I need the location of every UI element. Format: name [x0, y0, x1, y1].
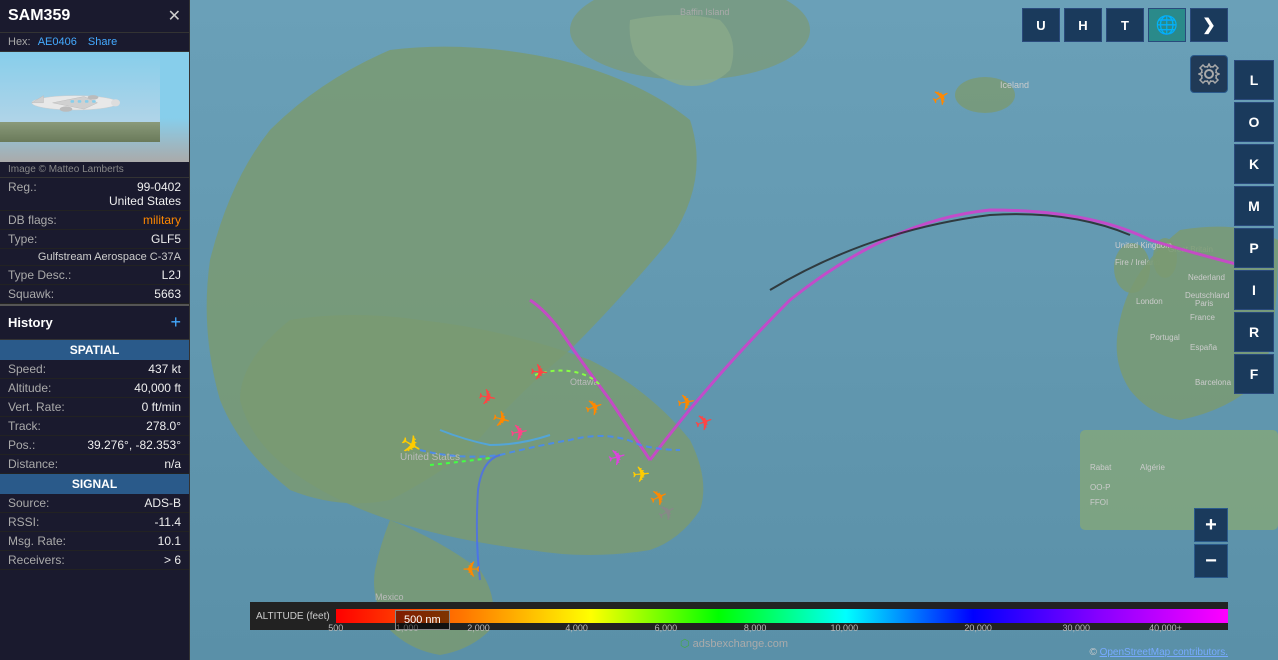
svg-text:Portugal: Portugal	[1150, 333, 1180, 342]
type-value: GLF5	[151, 232, 181, 246]
scale-bar: 500 nm	[395, 610, 450, 630]
map-container[interactable]: Baffin Island Iceland Fire / Ireland Gre…	[190, 0, 1278, 660]
sidebar-title: SAM359	[8, 7, 70, 25]
distance-row: Distance: n/a	[0, 455, 189, 474]
aircraft-icon-5[interactable]: ✈	[529, 359, 550, 387]
gear-icon	[1198, 63, 1220, 85]
aircraft-svg	[0, 52, 160, 142]
nav-h-button[interactable]: H	[1064, 8, 1102, 42]
right-btn-m[interactable]: M	[1234, 186, 1274, 226]
svg-text:Nederland: Nederland	[1188, 273, 1225, 282]
settings-button[interactable]	[1190, 55, 1228, 93]
altitude-gradient: 500 1,000 2,000 4,000 6,000 8,000 10,000…	[336, 609, 1228, 623]
type-row: Type: GLF5	[0, 230, 189, 249]
nav-u-button[interactable]: U	[1022, 8, 1060, 42]
hex-row: Hex: AE0406 Share	[0, 33, 189, 52]
zoom-controls: + −	[1194, 508, 1228, 580]
type-full-row: Gulfstream Aerospace C-37A	[0, 249, 189, 266]
right-btn-i[interactable]: I	[1234, 270, 1274, 310]
vertrate-row: Vert. Rate: 0 ft/min	[0, 398, 189, 417]
image-credit: Image © Matteo Lamberts	[0, 162, 189, 178]
squawk-row: Squawk: 5663	[0, 285, 189, 304]
right-btn-o[interactable]: O	[1234, 102, 1274, 142]
reg-value: 99-0402United States	[109, 180, 181, 208]
track-row: Track: 278.0°	[0, 417, 189, 436]
aircraft-icon-south[interactable]: ✈	[462, 555, 480, 581]
aircraft-icon-8[interactable]: ✈	[631, 461, 652, 489]
svg-text:Mexico: Mexico	[375, 592, 404, 602]
svg-text:Iceland: Iceland	[1000, 80, 1029, 90]
svg-text:France: France	[1190, 313, 1215, 322]
adsbexchange-credit: ⬡ adsbexchange.com	[680, 637, 788, 650]
history-add-button[interactable]: +	[170, 312, 181, 333]
rssi-row: RSSI: -11.4	[0, 513, 189, 532]
type-label: Type:	[8, 232, 37, 246]
altitude-bar-label: ALTITUDE (feet)	[250, 611, 336, 622]
right-btn-p[interactable]: P	[1234, 228, 1274, 268]
altitude-row: Altitude: 40,000 ft	[0, 379, 189, 398]
dbflags-label: DB flags:	[8, 213, 57, 227]
scale-value: 500 nm	[404, 614, 441, 626]
nav-globe-button[interactable]: 🌐	[1148, 8, 1186, 42]
right-btn-l[interactable]: L	[1234, 60, 1274, 100]
squawk-value: 5663	[154, 287, 181, 301]
right-panel: L O K M P I R F	[1234, 0, 1278, 660]
spatial-section-bar: SPATIAL	[0, 340, 189, 360]
svg-text:OO-P: OO-P	[1090, 483, 1110, 492]
type-full-value: Gulfstream Aerospace C-37A	[8, 251, 181, 263]
history-section-header: History +	[0, 304, 189, 340]
right-btn-k[interactable]: K	[1234, 144, 1274, 184]
adsbexchange-label: adsbexchange.com	[693, 638, 788, 650]
svg-text:Algérie: Algérie	[1140, 463, 1165, 472]
typedesc-label: Type Desc.:	[8, 268, 71, 282]
svg-text:España: España	[1190, 343, 1218, 352]
nav-arrow-button[interactable]: ❯	[1190, 8, 1228, 42]
speed-row: Speed: 437 kt	[0, 360, 189, 379]
top-nav: U H T 🌐 ❯	[1022, 8, 1228, 42]
share-link[interactable]: Share	[88, 36, 117, 48]
close-button[interactable]: ✕	[168, 6, 181, 26]
msgrate-row: Msg. Rate: 10.1	[0, 532, 189, 551]
reg-row: Reg.: 99-0402United States	[0, 178, 189, 211]
hex-label: Hex:	[8, 36, 31, 48]
squawk-label: Squawk:	[8, 287, 54, 301]
osm-link[interactable]: OpenStreetMap contributors.	[1100, 647, 1228, 658]
history-title: History	[8, 315, 53, 330]
svg-text:Rabat: Rabat	[1090, 463, 1112, 472]
zoom-out-button[interactable]: −	[1194, 544, 1228, 578]
aircraft-image	[0, 52, 189, 162]
signal-section-bar: SIGNAL	[0, 474, 189, 494]
reg-label: Reg.:	[8, 180, 37, 208]
dbflags-value: military	[143, 213, 181, 227]
pos-row: Pos.: 39.276°, -82.353°	[0, 436, 189, 455]
source-row: Source: ADS-B	[0, 494, 189, 513]
typedesc-row: Type Desc.: L2J	[0, 266, 189, 285]
osm-credit: © OpenStreetMap contributors.	[1089, 647, 1228, 658]
typedesc-value: L2J	[162, 268, 181, 282]
dbflags-row: DB flags: military	[0, 211, 189, 230]
svg-text:FFOI: FFOI	[1090, 498, 1108, 507]
map-svg: Baffin Island Iceland Fire / Ireland Gre…	[190, 0, 1278, 660]
svg-text:Barcelona: Barcelona	[1195, 378, 1232, 387]
receivers-row: Receivers: > 6	[0, 551, 189, 570]
zoom-in-button[interactable]: +	[1194, 508, 1228, 542]
hex-value: AE0406	[38, 36, 77, 48]
sidebar-header: SAM359 ✕	[0, 0, 189, 33]
svg-text:London: London	[1136, 297, 1163, 306]
nav-t-button[interactable]: T	[1106, 8, 1144, 42]
right-btn-f[interactable]: F	[1234, 354, 1274, 394]
right-btn-r[interactable]: R	[1234, 312, 1274, 352]
svg-text:Paris: Paris	[1195, 299, 1213, 308]
sidebar: SAM359 ✕ Hex: AE0406 Share	[0, 0, 190, 660]
